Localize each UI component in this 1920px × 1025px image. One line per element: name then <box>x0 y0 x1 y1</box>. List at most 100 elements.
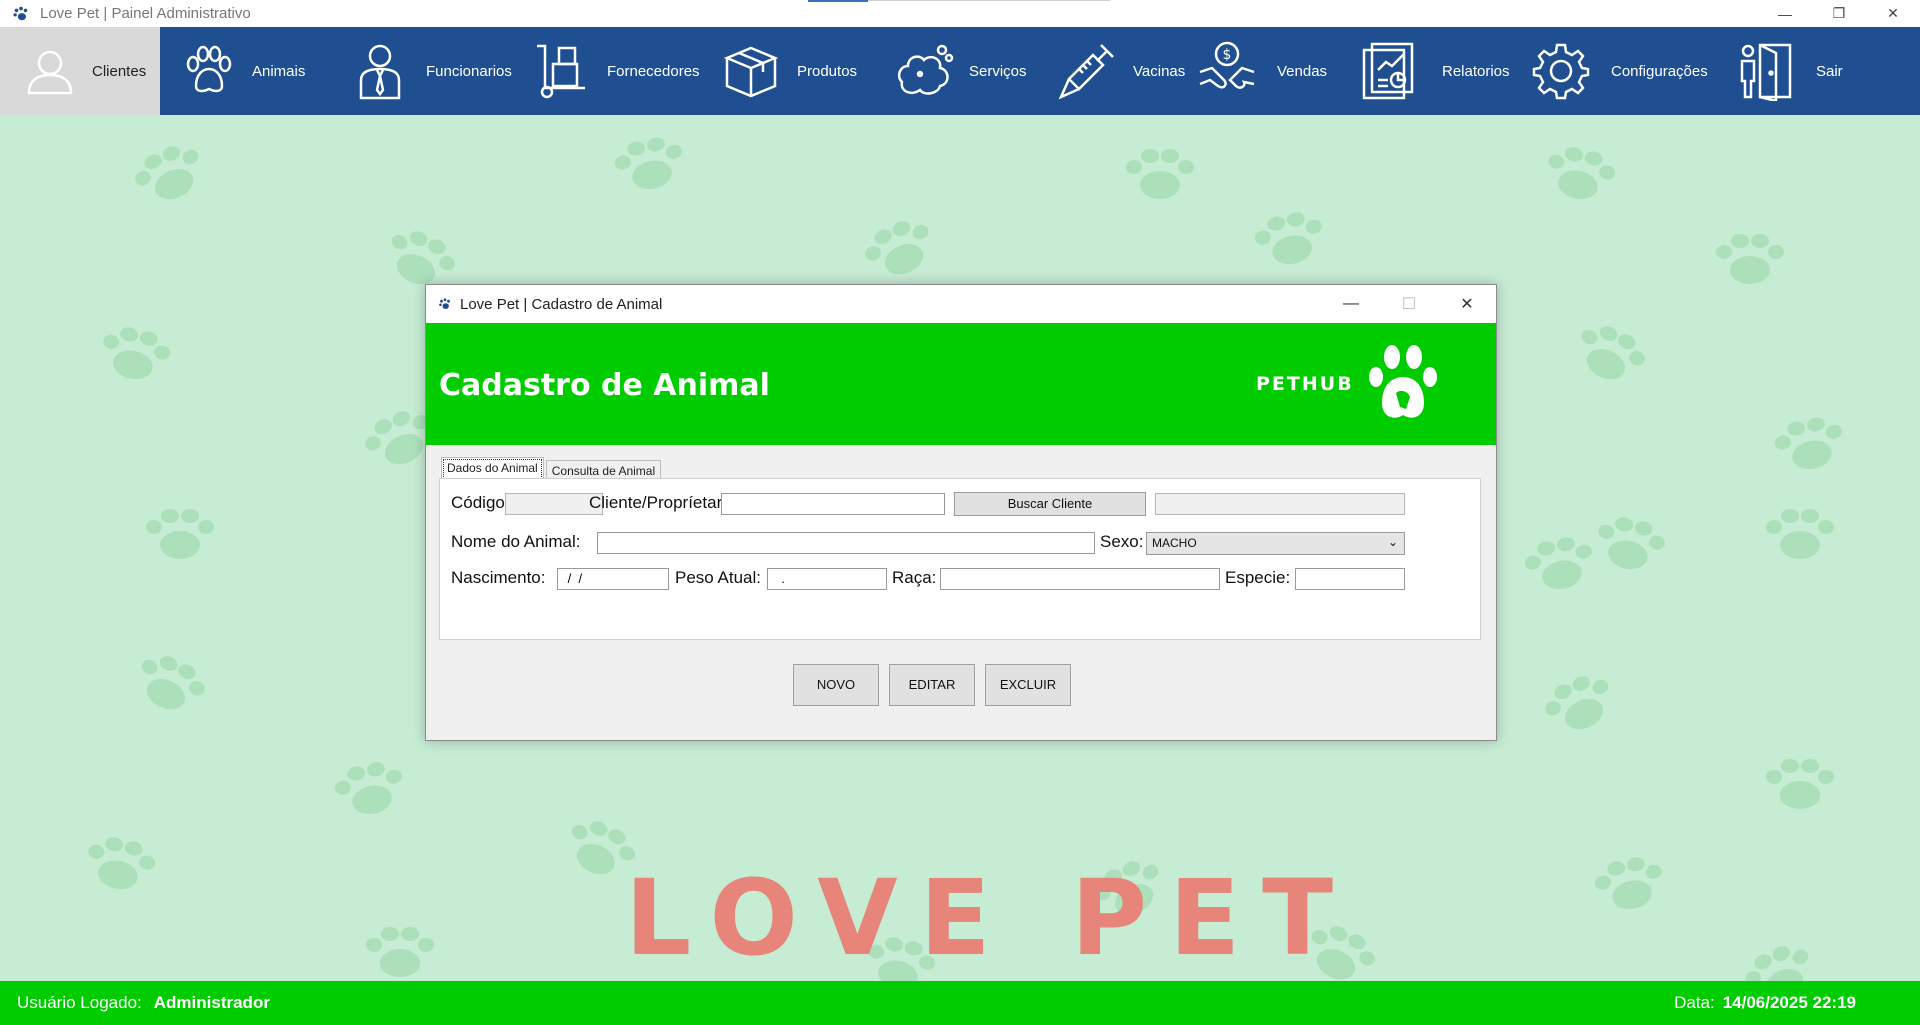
user-icon <box>18 39 82 103</box>
background-paw-icon <box>1766 759 1834 809</box>
handshake-money-icon: $ <box>1195 39 1259 103</box>
menu-label-fornecedores: Fornecedores <box>607 62 700 80</box>
menu-label-animais: Animais <box>252 62 306 80</box>
background-paw-icon <box>88 837 156 890</box>
background-paw-icon <box>334 762 402 815</box>
menu-label-relatorios: Relatorios <box>1442 62 1510 80</box>
main-menubar: Clientes Animais Funcionarios Fornecedor… <box>0 27 1920 115</box>
dialog-header: Cadastro de Animal PETHUB <box>426 323 1496 445</box>
cliente-field[interactable] <box>721 493 945 515</box>
dialog-minimize-button[interactable]: — <box>1322 285 1380 323</box>
sexo-select[interactable]: MACHO ⌄ <box>1146 532 1405 555</box>
pethub-logo-text: PETHUB <box>1256 373 1354 395</box>
menu-item-funcionarios[interactable]: Funcionarios <box>330 27 517 115</box>
status-bar: Usuário Logado: Administrador Data: 14/0… <box>0 981 1920 1025</box>
date-label: Data: <box>1674 993 1715 1012</box>
nascimento-label: Nascimento: <box>451 568 546 587</box>
dialog-title: Love Pet | Cadastro de Animal <box>460 295 663 313</box>
dados-animal-panel: Código: Cliente/Propríetario: Buscar Cli… <box>439 478 1481 640</box>
background-paw-icon <box>1126 149 1194 199</box>
background-paw-icon <box>614 137 682 190</box>
titlebar-accent <box>808 0 868 2</box>
box-icon <box>719 39 783 103</box>
menu-item-vendas[interactable]: $ Vendas <box>1191 27 1346 115</box>
dialog-header-title: Cadastro de Animal <box>439 368 770 403</box>
dialog-maximize-button[interactable]: ☐ <box>1380 285 1438 323</box>
background-paw-icon <box>146 509 214 559</box>
nome-animal-label: Nome do Animal: <box>451 532 581 551</box>
minimize-button[interactable]: — <box>1758 0 1812 27</box>
hand-truck-icon <box>529 39 593 103</box>
restore-button[interactable]: ❐ <box>1812 0 1866 27</box>
close-button[interactable]: ✕ <box>1866 0 1920 27</box>
background-paw-icon <box>1594 857 1662 910</box>
titlebar-divider <box>868 0 1110 1</box>
user-value: Administrador <box>153 993 270 1012</box>
cadastro-animal-dialog: Love Pet | Cadastro de Animal — ☐ ✕ Cada… <box>425 284 1497 741</box>
menu-item-sair[interactable]: Sair <box>1726 27 1886 115</box>
peso-label: Peso Atual: <box>675 568 762 587</box>
report-chart-icon <box>1356 39 1420 103</box>
cliente-nome-field[interactable] <box>1155 493 1405 515</box>
background-paw-icon <box>141 656 205 710</box>
background-paw-icon <box>366 927 434 977</box>
background-paw-icon <box>865 221 929 275</box>
background-paw-icon <box>103 327 171 380</box>
buscar-cliente-button[interactable]: Buscar Cliente <box>954 492 1146 516</box>
background-paw-icon <box>1254 212 1322 265</box>
background-paw-icon <box>1545 676 1609 730</box>
menu-item-relatorios[interactable]: Relatorios <box>1346 27 1521 115</box>
menu-item-configuracoes[interactable]: Configurações <box>1521 27 1726 115</box>
background-paw-icon <box>1581 326 1645 380</box>
love-pet-banner: LOVE PET <box>624 857 1356 979</box>
pethub-logo: PETHUB <box>1256 341 1446 427</box>
menu-label-vendas: Vendas <box>1277 62 1328 80</box>
raca-label: Raça: <box>892 568 937 587</box>
menu-item-animais[interactable]: Animais <box>160 27 330 115</box>
menu-label-sair: Sair <box>1816 62 1843 80</box>
user-label: Usuário Logado: <box>17 993 142 1012</box>
exit-door-icon <box>1734 39 1798 103</box>
raca-field[interactable] <box>940 568 1220 590</box>
especie-field[interactable] <box>1295 568 1405 590</box>
main-titlebar: Love Pet | Painel Administrativo — ❐ ✕ <box>0 0 1920 27</box>
excluir-button[interactable]: EXCLUIR <box>985 664 1071 706</box>
nascimento-field[interactable]: / / <box>557 568 669 590</box>
menu-item-clientes[interactable]: Clientes <box>0 27 160 115</box>
gear-icon <box>1529 39 1593 103</box>
bath-dog-icon <box>893 39 957 103</box>
menu-item-servicos[interactable]: Serviços <box>869 27 1033 115</box>
chevron-down-icon: ⌄ <box>1387 535 1398 549</box>
menu-label-configuracoes: Configurações <box>1611 62 1708 80</box>
sexo-label: Sexo: <box>1100 532 1144 551</box>
syringe-icon <box>1055 39 1119 103</box>
menu-item-fornecedores[interactable]: Fornecedores <box>517 27 707 115</box>
background-paw-icon <box>1716 234 1784 284</box>
novo-button[interactable]: NOVO <box>793 664 879 706</box>
window-title: Love Pet | Painel Administrativo <box>40 5 251 22</box>
paw-app-icon <box>13 6 28 20</box>
cliente-label: Cliente/Propríetario: <box>589 493 741 512</box>
background-paw-icon <box>1774 417 1842 470</box>
menu-item-produtos[interactable]: Produtos <box>707 27 869 115</box>
menu-label-produtos: Produtos <box>797 62 858 80</box>
sexo-select-value: MACHO <box>1152 536 1197 550</box>
menu-label-vacinas: Vacinas <box>1133 62 1186 80</box>
nome-animal-field[interactable] <box>597 532 1095 554</box>
menu-item-vacinas[interactable]: Vacinas <box>1033 27 1191 115</box>
background-paw-icon <box>1766 509 1834 559</box>
menu-label-clientes: Clientes <box>92 62 147 80</box>
dialog-close-button[interactable]: ✕ <box>1438 285 1496 323</box>
background-paw-icon <box>1524 537 1592 590</box>
peso-field[interactable]: . <box>767 568 887 590</box>
employee-icon <box>348 39 412 103</box>
svg-text:$: $ <box>1223 47 1232 63</box>
paw-icon <box>176 39 240 103</box>
pethub-paw-icon <box>1368 345 1437 418</box>
background-paw-icon <box>135 146 199 200</box>
editar-button[interactable]: EDITAR <box>889 664 975 706</box>
date-value: 14/06/2025 22:19 <box>1722 993 1856 1012</box>
paw-app-icon <box>439 298 450 309</box>
codigo-label: Código: <box>451 493 510 512</box>
menu-label-servicos: Serviços <box>969 62 1027 80</box>
